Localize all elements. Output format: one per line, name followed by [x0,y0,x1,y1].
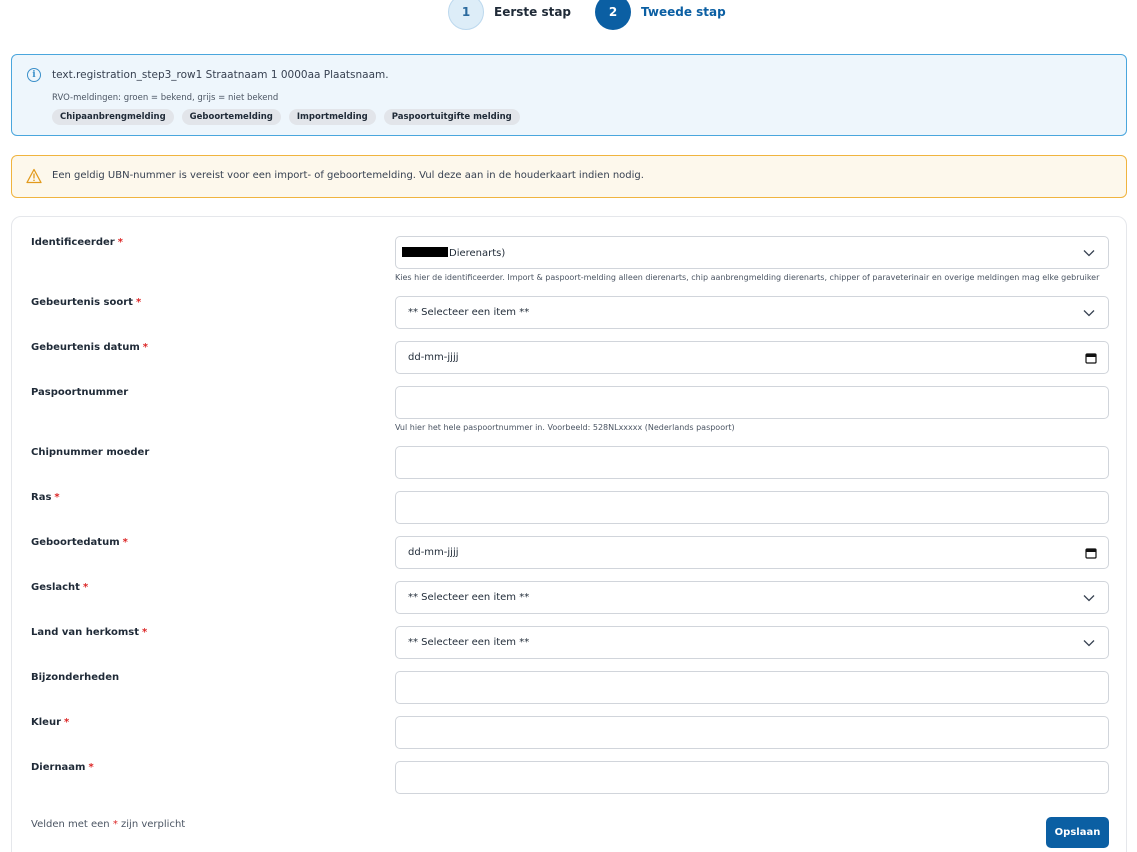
gebeurtenis-soort-select[interactable]: ** Selecteer een item ** [395,296,1109,329]
chipnummer-moeder-label: Chipnummer moeder [31,447,150,458]
identificeerder-help: Kies hier de identificeerder. Import & p… [395,273,1100,282]
kleur-label: Kleur * [31,717,70,728]
chevron-down-icon [1083,640,1095,647]
required-marker: * [88,762,94,773]
required-marker: * [54,492,60,503]
gebeurtenis-soort-value: ** Selecteer een item ** [408,307,530,318]
step-1-number: 1 [448,0,484,30]
chevron-down-icon [1083,595,1095,602]
redacted-name [402,247,448,257]
calendar-icon[interactable] [1085,352,1097,364]
geboortedatum-label: Geboortedatum * [31,537,128,548]
registration-form: Identificeerder * Dierenarts) Kies hier d… [11,216,1127,852]
ras-label: Ras * [31,492,60,503]
paspoortnummer-input[interactable] [395,386,1109,419]
step-2-label: Tweede stap [641,5,726,19]
required-marker: * [141,627,148,638]
required-marker: * [64,717,70,728]
identificeerder-label: Identificeerder * [31,237,123,248]
required-marker: * [112,819,118,830]
rvo-tags: Chipaanbrengmelding Geboortemelding Impo… [52,109,528,125]
warning-text: Een geldig UBN-nummer is vereist voor ee… [52,170,644,181]
geslacht-select[interactable]: ** Selecteer een item ** [395,581,1109,614]
identificeerder-value: Dierenarts) [449,248,506,259]
info-panel: i text.registration_step3_row1 Straatnaa… [11,54,1127,136]
step-1-label: Eerste stap [494,5,572,19]
diernaam-label: Diernaam * [31,762,94,773]
land-van-herkomst-value: ** Selecteer een item ** [408,637,530,648]
calendar-icon[interactable] [1085,547,1097,559]
paspoortnummer-help: Vul hier het hele paspoortnummer in. Voo… [395,423,735,432]
stepper: 1 Eerste stap 2 Tweede stap [448,0,726,30]
save-button[interactable]: Opslaan [1046,817,1109,848]
chevron-down-icon [1083,310,1095,317]
required-marker: * [82,582,89,593]
kleur-input[interactable] [395,716,1109,749]
geslacht-value: ** Selecteer een item ** [408,592,530,603]
warning-panel: Een geldig UBN-nummer is vereist voor ee… [11,155,1127,198]
gebeurtenis-datum-input[interactable]: dd-mm-jjjj [395,341,1109,374]
geboortedatum-input[interactable]: dd-mm-jjjj [395,536,1109,569]
required-marker: * [122,537,128,548]
gebeurtenis-datum-value: dd-mm-jjjj [408,352,459,363]
paspoortnummer-label: Paspoortnummer [31,387,129,398]
required-marker: * [135,297,142,308]
diernaam-input[interactable] [395,761,1109,794]
step-2-number: 2 [595,0,632,30]
info-text: text.registration_step3_row1 Straatnaam … [52,69,389,81]
identificeerder-select[interactable]: Dierenarts) [395,236,1109,269]
step-2[interactable]: 2 Tweede stap [595,0,726,30]
bijzonderheden-label: Bijzonderheden [31,672,120,683]
chipnummer-moeder-input[interactable] [395,446,1109,479]
info-subtext: RVO-meldingen: groen = bekend, grijs = n… [52,93,279,103]
geslacht-label: Geslacht * [31,582,89,593]
tag-paspoortuitgifte-melding: Paspoortuitgifte melding [383,109,520,125]
required-marker: * [117,237,123,248]
required-fields-note: Velden met een * zijn verplicht [31,819,186,830]
tag-chipaanbrengmelding: Chipaanbrengmelding [52,109,174,125]
tag-geboortemelding: Geboortemelding [181,109,281,125]
bijzonderheden-input[interactable] [395,671,1109,704]
tag-importmelding: Importmelding [288,109,376,125]
step-1[interactable]: 1 Eerste stap [448,0,571,30]
land-van-herkomst-label: Land van herkomst * [31,627,148,638]
geboortedatum-value: dd-mm-jjjj [408,547,459,558]
warning-icon [26,168,42,184]
required-marker: * [142,342,148,353]
gebeurtenis-soort-label: Gebeurtenis soort * [31,297,142,308]
info-icon: i [27,68,41,82]
ras-input[interactable] [395,491,1109,524]
land-van-herkomst-select[interactable]: ** Selecteer een item ** [395,626,1109,659]
chevron-down-icon [1083,250,1095,257]
gebeurtenis-datum-label: Gebeurtenis datum * [31,342,148,353]
